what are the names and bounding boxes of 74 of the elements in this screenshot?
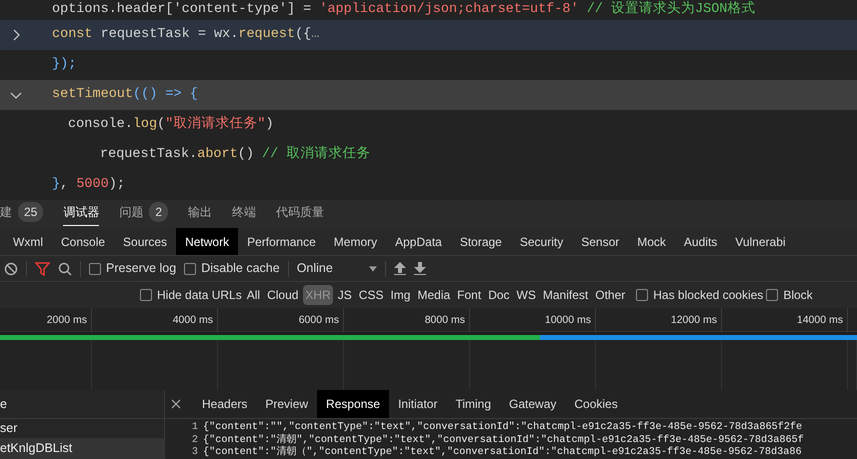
panel-tab[interactable]: 问题 2 (119, 202, 168, 226)
detail-tab[interactable]: Gateway (500, 390, 566, 418)
time-tick: 14000 ms (722, 308, 848, 332)
time-tick: 10000 ms (470, 308, 596, 332)
block-icon[interactable] (4, 262, 18, 276)
response-line: {"content":"","contentType":"text","conversationId":"chatcmpl-e91c2a35-ff3e-485e-9562-78d3a865f2fe (203, 422, 802, 434)
filter-type-button[interactable]: Media (415, 285, 452, 305)
close-icon[interactable] (171, 399, 181, 409)
filter-type-button[interactable]: Manifest (540, 285, 590, 305)
response-line: {"content":"清朝（","contentType":"text","conversationId":"chatcmpl-e91c2a35-ff3e-485e-9562-78d3a86 (203, 447, 802, 459)
caret-down-icon (368, 266, 377, 272)
devtools-tab[interactable]: Performance (238, 228, 325, 255)
time-tick: 2000 ms (0, 308, 92, 332)
line-number: 2 (190, 434, 199, 447)
upload-icon[interactable] (394, 262, 406, 275)
code-line: options.header['content-type'] = 'application/json;charset=utf-8' // 设置请求头为JSON格式 (51, 0, 756, 19)
detail-tab[interactable]: Preview (256, 390, 318, 418)
devtools-tab[interactable]: Sources (114, 228, 176, 255)
devtools-tab[interactable]: Memory (324, 228, 386, 255)
chevron-right-icon[interactable] (12, 29, 20, 41)
filter-type-button[interactable]: Font (455, 285, 484, 305)
filter-type-button[interactable]: CSS (356, 285, 386, 305)
devtools-tab[interactable]: AppData (386, 228, 451, 255)
detail-tab[interactable]: Timing (446, 390, 500, 418)
line-number: 1 (190, 422, 199, 434)
detail-tab[interactable]: Cookies (565, 390, 627, 418)
filter-type-button[interactable]: Doc (486, 285, 512, 305)
panel-tab[interactable]: 终端 (232, 203, 256, 225)
time-tick: 4000 ms (92, 308, 218, 332)
filter-type-button[interactable]: Cloud (265, 285, 300, 305)
download-icon[interactable] (414, 262, 426, 275)
panel-tab[interactable]: 代码质量 (276, 203, 324, 225)
blocked-requests-checkbox[interactable]: Block (766, 286, 813, 304)
devtools-tab[interactable]: Console (52, 228, 114, 255)
disable-cache-checkbox[interactable]: Disable cache (184, 259, 280, 278)
devtools-tab[interactable]: Audits (674, 228, 726, 255)
column-header: e (0, 390, 164, 419)
devtools-tab[interactable]: Network (176, 228, 238, 255)
request-row[interactable]: etKnlgDBList (0, 439, 164, 459)
blocked-cookies-checkbox[interactable]: Has blocked cookies (636, 286, 764, 304)
code-line: }, 5000); (51, 176, 125, 194)
filter-icon[interactable] (35, 262, 50, 276)
devtools-tab[interactable]: Wxml (4, 228, 52, 255)
filter-type-button[interactable]: All (244, 285, 262, 305)
code-line: console.log("取消请求任务") (67, 115, 274, 134)
code-line: setTimeout(() => { (51, 86, 198, 104)
panel-tab[interactable]: 输出 (188, 203, 212, 225)
devtools-tab[interactable]: Storage (450, 228, 511, 255)
detail-tab[interactable]: Initiator (389, 390, 446, 418)
search-icon[interactable] (58, 262, 72, 276)
panel-tab[interactable]: 调试器 (63, 202, 100, 226)
devtools-tab[interactable]: Vulnerabi (726, 228, 795, 255)
code-line: }); (51, 56, 76, 74)
time-tick: 6000 ms (218, 308, 344, 332)
detail-tab[interactable]: Headers (193, 390, 256, 418)
devtools-tab[interactable]: Sensor (572, 228, 628, 255)
chevron-down-icon[interactable] (10, 91, 22, 99)
response-line: {"content":"清朝","contentType":"text","conversationId":"chatcmpl-e91c2a35-ff3e-485e-9562-78d3a865f (203, 434, 804, 446)
preserve-log-checkbox[interactable]: Preserve log (89, 259, 176, 278)
throttling-dropdown[interactable]: Online (296, 259, 377, 278)
filter-type-button[interactable]: Img (388, 285, 412, 305)
devtools-tab[interactable]: Mock (628, 228, 675, 255)
time-tick: 8000 ms (344, 308, 470, 332)
devtools-tab[interactable]: Security (510, 228, 572, 255)
time-tick: 12000 ms (596, 308, 722, 332)
panel-tab[interactable]: 建 25 (0, 202, 44, 226)
detail-tab[interactable]: Response (317, 390, 390, 418)
filter-type-button[interactable]: JS (336, 285, 354, 305)
code-line: const requestTask = wx.request({… (51, 26, 320, 44)
hide-data-urls-checkbox[interactable]: Hide data URLs (140, 286, 242, 304)
filter-type-button[interactable]: WS (514, 285, 538, 305)
line-number: 3 (190, 447, 199, 459)
code-line: requestTask.abort() // 取消请求任务 (99, 145, 370, 164)
filter-type-button[interactable]: Other (593, 285, 628, 305)
